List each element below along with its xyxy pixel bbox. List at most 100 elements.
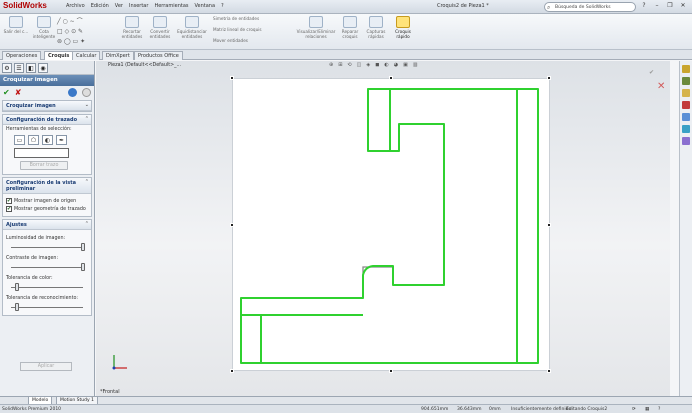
trace-settings-header[interactable]: Configuración de trazado ⌃ [3, 115, 91, 125]
close-button[interactable]: ✕ [678, 2, 688, 11]
polygon-select-icon[interactable]: ⬠ [28, 135, 39, 145]
view-palette-icon[interactable] [682, 113, 690, 121]
search-input[interactable]: ⌕ Búsqueda de SolidWorks [544, 2, 636, 12]
view-orientation-icon[interactable]: ◈ [366, 62, 370, 71]
hide-show-icon[interactable]: ◐ [384, 62, 388, 71]
resize-handle[interactable] [389, 369, 393, 373]
previous-view-icon[interactable]: ⟲ [347, 62, 351, 71]
coordinate-triad [112, 355, 127, 370]
menu-edicion[interactable]: Edición [91, 3, 109, 9]
rapid-sketch-button[interactable]: Croquis rápido [389, 16, 417, 39]
recognition-tolerance-slider[interactable] [11, 302, 83, 312]
tab-croquis[interactable]: Croquis [44, 51, 74, 60]
convert-button[interactable]: Convertir entidades [146, 16, 174, 39]
sketch-entities-toolbar[interactable]: ╱ ○ ∼ ⌒ □ ◇ ⊙ ✎ ⊚ ◯ ▭ ✦ [57, 17, 117, 49]
help-status-icon[interactable]: ? [658, 407, 660, 412]
trim-button[interactable]: Recortar entidades [118, 16, 146, 39]
offset-button[interactable]: Equidistanciar entidades [176, 16, 208, 39]
cancel-icon[interactable]: ✘ [15, 88, 22, 97]
quick-snaps-button[interactable]: Capturas rápidas [362, 16, 390, 39]
search-results-icon[interactable] [682, 101, 690, 109]
design-library-icon[interactable] [682, 77, 690, 85]
move-button[interactable]: Mover entidades [213, 38, 283, 43]
restore-button[interactable]: ❐ [665, 2, 675, 11]
adjustments-header[interactable]: Ajustes ⌃ [3, 220, 91, 230]
sketch-picture[interactable] [232, 78, 550, 371]
menu-help[interactable]: ? [221, 3, 224, 9]
tab-productos-office[interactable]: Productos Office [134, 51, 183, 60]
file-explorer-icon[interactable] [682, 89, 690, 97]
units-icon[interactable]: ▦ [645, 407, 649, 412]
smart-dimension-button[interactable]: Cota inteligente [30, 16, 58, 39]
custom-properties-icon[interactable] [682, 137, 690, 145]
document-title: Croquis2 de Pieza1 * [437, 3, 489, 9]
menu-herramientas[interactable]: Herramientas [154, 3, 188, 9]
chevron-up-icon[interactable]: ⌃ [85, 221, 89, 227]
resize-handle[interactable] [230, 223, 234, 227]
property-manager-icon[interactable]: ☰ [14, 63, 24, 73]
appearances-icon[interactable] [682, 125, 690, 133]
contrast-slider[interactable] [11, 262, 85, 272]
relations-button[interactable]: Visualizar/Eliminar relaciones [296, 16, 336, 39]
chevron-up-icon[interactable]: ⌃ [85, 179, 89, 185]
help-icon[interactable]: ? [639, 2, 649, 11]
resources-icon[interactable] [682, 65, 690, 73]
exit-sketch-button[interactable]: Salir del c... [2, 16, 30, 34]
ok-icon[interactable]: ✔ [3, 88, 10, 97]
chevron-down-icon[interactable]: ⌄ [85, 102, 89, 108]
linear-pattern-button[interactable]: Matriz lineal de croquis [213, 27, 288, 32]
color-tolerance-slider[interactable] [11, 282, 83, 292]
configuration-icon[interactable]: ◧ [26, 63, 36, 73]
section-view-icon[interactable]: ◫ [357, 62, 362, 71]
resize-handle[interactable] [547, 76, 551, 80]
graphics-area[interactable]: Pieza1 (Default<<Default>_... ⊕ ⊞ ⟲ ◫ ◈ … [96, 61, 670, 396]
color-select-icon[interactable]: ◐ [42, 135, 53, 145]
menu-insertar[interactable]: Insertar [129, 3, 148, 9]
section-header[interactable]: Croquizar imagen ⌄ [3, 101, 91, 111]
preview-settings-header[interactable]: Configuración de la vista preliminar ⌃ [3, 178, 91, 194]
clear-trace-button[interactable]: Borrar trazo [20, 161, 68, 170]
resize-handle[interactable] [547, 369, 551, 373]
confirm-corner-cancel-icon[interactable]: ✕ [657, 81, 665, 92]
breadcrumb[interactable]: Pieza1 (Default<<Default>_... [108, 63, 181, 68]
edit-appearance-icon[interactable]: ◕ [394, 62, 398, 71]
color-swatch[interactable] [14, 148, 69, 158]
eyedropper-icon[interactable]: ✒ [56, 135, 67, 145]
zoom-area-icon[interactable]: ⊞ [338, 62, 342, 71]
repair-sketch-button[interactable]: Reparar croquis [336, 16, 364, 39]
brightness-slider[interactable] [11, 242, 85, 252]
heads-up-view-toolbar[interactable]: ⊕ ⊞ ⟲ ◫ ◈ ◼ ◐ ◕ ▣ ▥ [329, 62, 509, 71]
status-app: SolidWorks Premium 2010 [2, 407, 62, 412]
rebuild-icon[interactable]: ⟳ [632, 407, 636, 412]
show-trace-checkbox[interactable]: ✔ Mostrar geometría de trazado [6, 206, 88, 212]
snaps-icon [369, 16, 383, 28]
menu-ver[interactable]: Ver [115, 3, 123, 9]
appearance-icon[interactable]: ◉ [38, 63, 48, 73]
resize-handle[interactable] [230, 76, 234, 80]
resize-handle[interactable] [389, 76, 393, 80]
apply-button[interactable]: Aplicar [20, 362, 72, 371]
menu-ventana[interactable]: Ventana [195, 3, 216, 9]
feature-tree-icon[interactable]: ⚙ [2, 63, 12, 73]
section-preview-settings: Configuración de la vista preliminar ⌃ ✔ M… [2, 177, 92, 217]
tab-dimxpert[interactable]: DimXpert [102, 51, 134, 60]
zoom-fit-icon[interactable]: ⊕ [329, 62, 333, 71]
tab-operaciones[interactable]: Operaciones [2, 51, 42, 60]
options-icon[interactable] [82, 87, 91, 97]
resize-handle[interactable] [547, 223, 551, 227]
selection-tools: ▭ ⬠ ◐ ✒ [14, 135, 88, 145]
resize-handle[interactable] [230, 369, 234, 373]
display-style-icon[interactable]: ◼ [375, 62, 379, 71]
view-settings-icon[interactable]: ▥ [413, 62, 418, 71]
tab-calcular[interactable]: Calcular [72, 51, 101, 60]
chevron-up-icon[interactable]: ⌃ [85, 116, 89, 122]
rectangle-select-icon[interactable]: ▭ [14, 135, 25, 145]
minimize-button[interactable]: – [652, 2, 662, 11]
app-logo[interactable]: SolidWorks [3, 1, 47, 10]
mirror-button[interactable]: Simetría de entidades [213, 16, 283, 21]
help-icon[interactable] [68, 87, 77, 97]
confirm-corner-ok-icon[interactable]: ✔ [649, 69, 654, 76]
show-source-checkbox[interactable]: ✔ Mostrar imagen de origen [6, 198, 88, 204]
menu-archivo[interactable]: Archivo [66, 3, 85, 9]
scene-icon[interactable]: ▣ [403, 62, 408, 71]
